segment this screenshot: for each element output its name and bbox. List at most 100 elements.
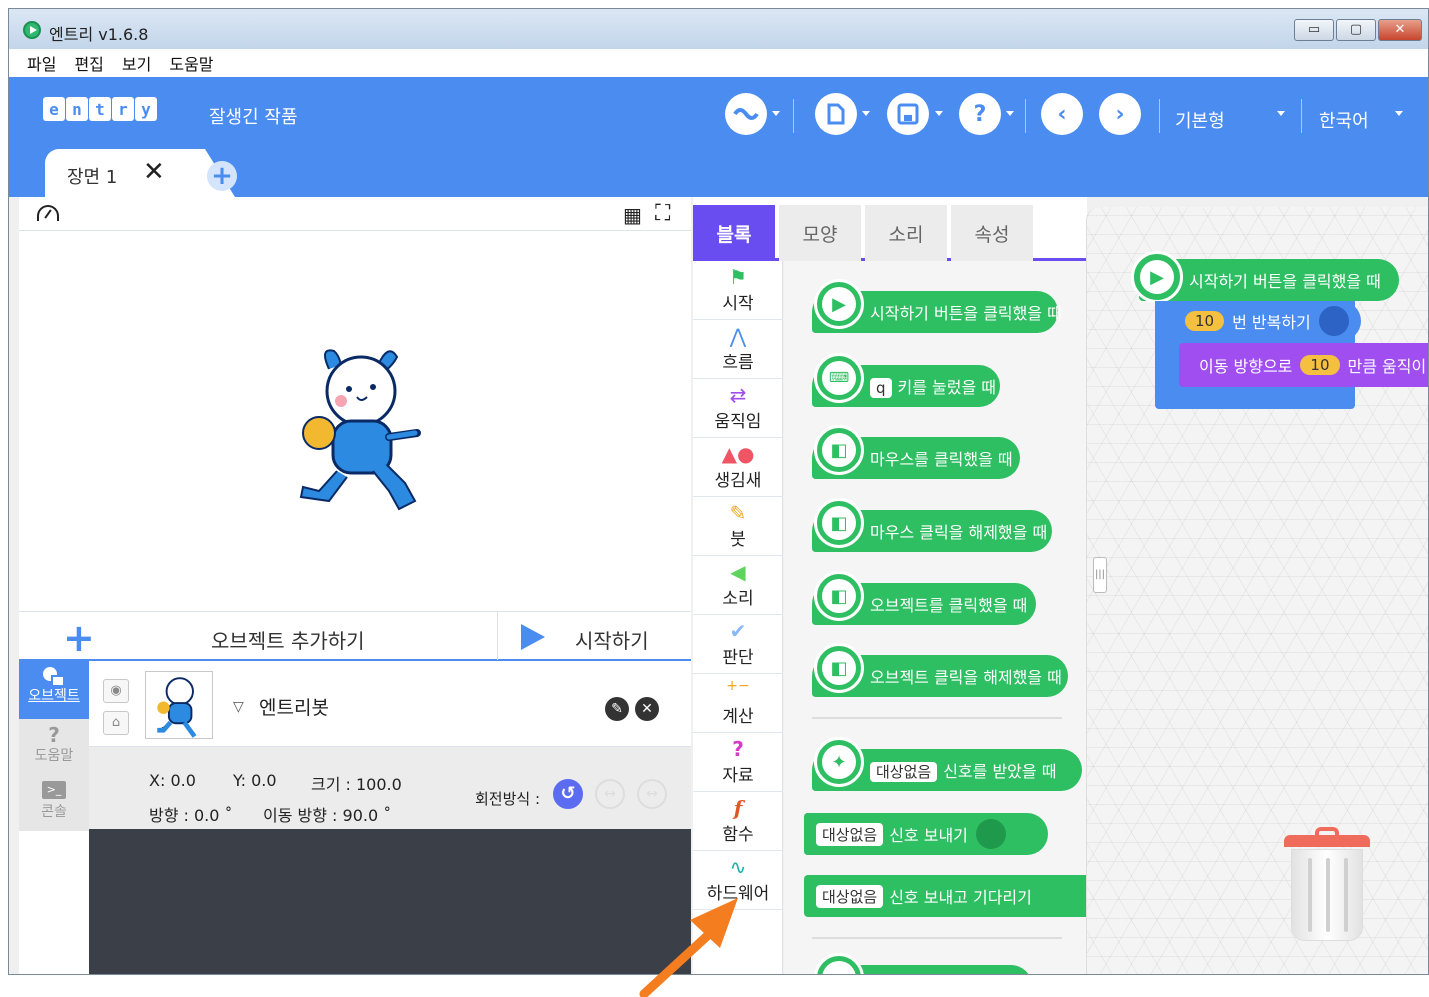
rotate-free-icon[interactable]: ↺ [553,779,583,809]
tab-properties[interactable]: 속성 [951,205,1033,261]
block-partial[interactable]: ▭ [812,953,1032,974]
code-workspace[interactable]: ▶ 시작하기 버튼을 클릭했을 때 10 번 반복하기 이동 방향으로 10 만… [1086,207,1428,974]
signal-dropdown[interactable]: 대상없음 [816,822,884,846]
category-motion[interactable]: ⇄ 움직임 [693,379,783,438]
question-icon: ? [48,723,60,747]
minimize-button[interactable]: ▭ [1294,19,1334,41]
stage-canvas[interactable] [19,231,691,611]
menu-file[interactable]: 파일 [27,51,56,75]
fullscreen-icon[interactable]: ⛶ [655,201,670,226]
trash-icon[interactable] [1291,849,1363,941]
key-dropdown[interactable]: q [870,378,892,398]
rotate-none-icon[interactable]: ↔ [637,779,667,809]
block-when-object-clicked[interactable]: ◧ 오브젝트를 클릭했을 때 [812,571,1036,625]
programming-mode-button[interactable] [725,93,767,135]
category-start[interactable]: ⚑ 시작 [693,261,783,320]
maximize-button[interactable]: ▢ [1336,19,1376,41]
object-move-direction[interactable]: 이동 방향 : 90.0 ˚ [263,802,391,826]
object-y[interactable]: Y: 0.0 [233,771,277,790]
logo-letter: r [112,97,134,121]
add-object-button[interactable]: 오브젝트 추가하기 [211,625,365,654]
brush-icon: ✎ [729,501,747,525]
mode-select[interactable]: 기본형 [1175,107,1225,133]
block-when-signal-received[interactable]: ✦ 대상없음 신호를 받았을 때 [812,737,1082,791]
add-scene-button[interactable]: + [207,161,237,191]
signal-dropdown[interactable]: 대상없음 [870,762,938,782]
object-thumbnail[interactable] [145,671,213,739]
question-icon: ? [732,737,744,761]
category-flow[interactable]: ⋀ 흐름 [693,320,783,379]
new-file-button[interactable] [815,93,857,135]
play-icon: ▶ [814,279,864,329]
save-button[interactable] [887,93,929,135]
entry-logo: e n t r y [43,97,157,121]
redo-button[interactable]: › [1099,93,1141,135]
tab-help[interactable]: ? 도움말 [19,719,89,775]
toolbar-divider [1025,99,1026,133]
expand-icon[interactable]: ▽ [233,699,244,715]
signal-dropdown[interactable]: 대상없음 [816,884,884,908]
eye-icon[interactable]: ◉ [103,679,129,703]
start-button[interactable]: 시작하기 [575,625,649,654]
plus-icon[interactable]: + [63,616,95,660]
rotate-horizontal-icon[interactable]: ↔ [595,779,625,809]
move-count-input[interactable]: 10 [1300,355,1340,375]
tab-blocks[interactable]: 블록 [693,205,775,261]
tab-object[interactable]: 오브젝트 [19,661,89,719]
category-judge[interactable]: ✔ 판단 [693,615,783,674]
category-data[interactable]: ? 자료 [693,733,783,792]
block-label: 키를 눌렀을 때 [897,378,997,397]
lock-icon[interactable]: ⌂ [103,711,129,735]
scene-tab[interactable]: 장면 1 ✕ [45,149,235,197]
menu-help[interactable]: 도움말 [169,51,213,75]
panel-resize-handle[interactable]: ||| [1093,557,1107,593]
entrybot-sprite[interactable] [289,341,429,511]
category-function[interactable]: f 함수 [693,792,783,851]
close-scene-icon[interactable]: ✕ [143,157,165,187]
category-looks[interactable]: ▲● 생김새 [693,438,783,497]
block-when-object-released[interactable]: ◧ 오브젝트 클릭을 해제했을 때 [812,643,1068,697]
object-row[interactable]: ◉ ⌂ ▽ 엔트리봇 ✎ ✕ [89,661,691,747]
close-button[interactable]: ✕ [1378,19,1422,41]
play-icon[interactable] [521,624,545,650]
tab-shapes[interactable]: 모양 [779,205,861,261]
block-when-mouse-released[interactable]: ◧ 마우스 클릭을 해제했을 때 [812,498,1052,552]
edit-icon[interactable]: ✎ [605,697,629,721]
block-when-mouse-clicked[interactable]: ◧ 마우스를 클릭했을 때 [812,425,1020,479]
object-size[interactable]: 크기 : 100.0 [311,771,402,795]
palette-divider [812,717,1062,719]
category-calc[interactable]: +− 계산 [693,674,783,733]
menu-view[interactable]: 보기 [122,51,151,75]
tab-sounds[interactable]: 소리 [865,205,947,261]
delete-icon[interactable]: ✕ [635,697,659,721]
rotation-label: 회전방식 : [475,790,541,808]
grid-icon[interactable]: ▦ [623,203,642,227]
block-label: 오브젝트 클릭을 해제했을 때 [870,668,1062,687]
block-when-key-pressed[interactable]: ⌨ q 키를 눌렀을 때 [812,353,1000,407]
block-send-signal-wait[interactable]: 대상없음 신호 보내고 기다리기 [804,875,1086,917]
tab-help-label: 도움말 [34,748,74,764]
project-title[interactable]: 잘생긴 작품 [209,103,298,129]
category-hardware[interactable]: ∿ 하드웨어 [693,851,783,910]
speed-icon[interactable] [37,205,59,221]
block-label: 번 반복하기 [1232,313,1311,332]
category-sound[interactable]: ◀ 소리 [693,556,783,615]
workspace-hat-block[interactable]: ▶ 시작하기 버튼을 클릭했을 때 [1131,251,1399,303]
repeat-count-input[interactable]: 10 [1185,311,1225,331]
category-label: 계산 [722,707,754,727]
help-button[interactable]: ? [959,93,1001,135]
block-send-signal[interactable]: 대상없음 신호 보내기 [804,813,1048,855]
move-block[interactable]: 이동 방향으로 10 만큼 움직이 [1179,343,1428,387]
undo-button[interactable]: ‹ [1041,93,1083,135]
category-brush[interactable]: ✎ 붓 [693,497,783,556]
object-name[interactable]: 엔트리봇 [259,693,329,720]
repeat-block[interactable]: 10 번 반복하기 [1155,301,1361,341]
object-direction[interactable]: 방향 : 0.0 ˚ [149,802,233,826]
language-select[interactable]: 한국어 [1319,107,1369,133]
block-tab-bar: 블록 모양 소리 속성 [693,197,1087,261]
block-when-start-clicked[interactable]: ▶ 시작하기 버튼을 클릭했을 때 [812,279,1062,333]
tab-console[interactable]: >_ 콘솔 [19,775,89,831]
category-label: 하드웨어 [706,884,770,904]
menu-edit[interactable]: 편집 [74,51,103,75]
object-x[interactable]: X: 0.0 [149,771,196,790]
